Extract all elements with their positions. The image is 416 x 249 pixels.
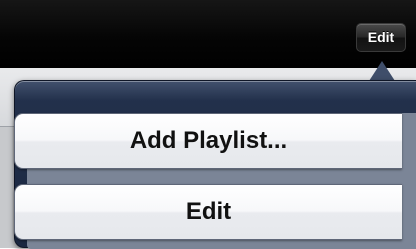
navigation-bar: Edit [0, 0, 416, 68]
edit-button[interactable]: Edit [356, 23, 406, 52]
edit-menu-button[interactable]: Edit [14, 184, 402, 240]
add-playlist-button[interactable]: Add Playlist... [14, 113, 402, 169]
popover-arrow [369, 61, 395, 81]
